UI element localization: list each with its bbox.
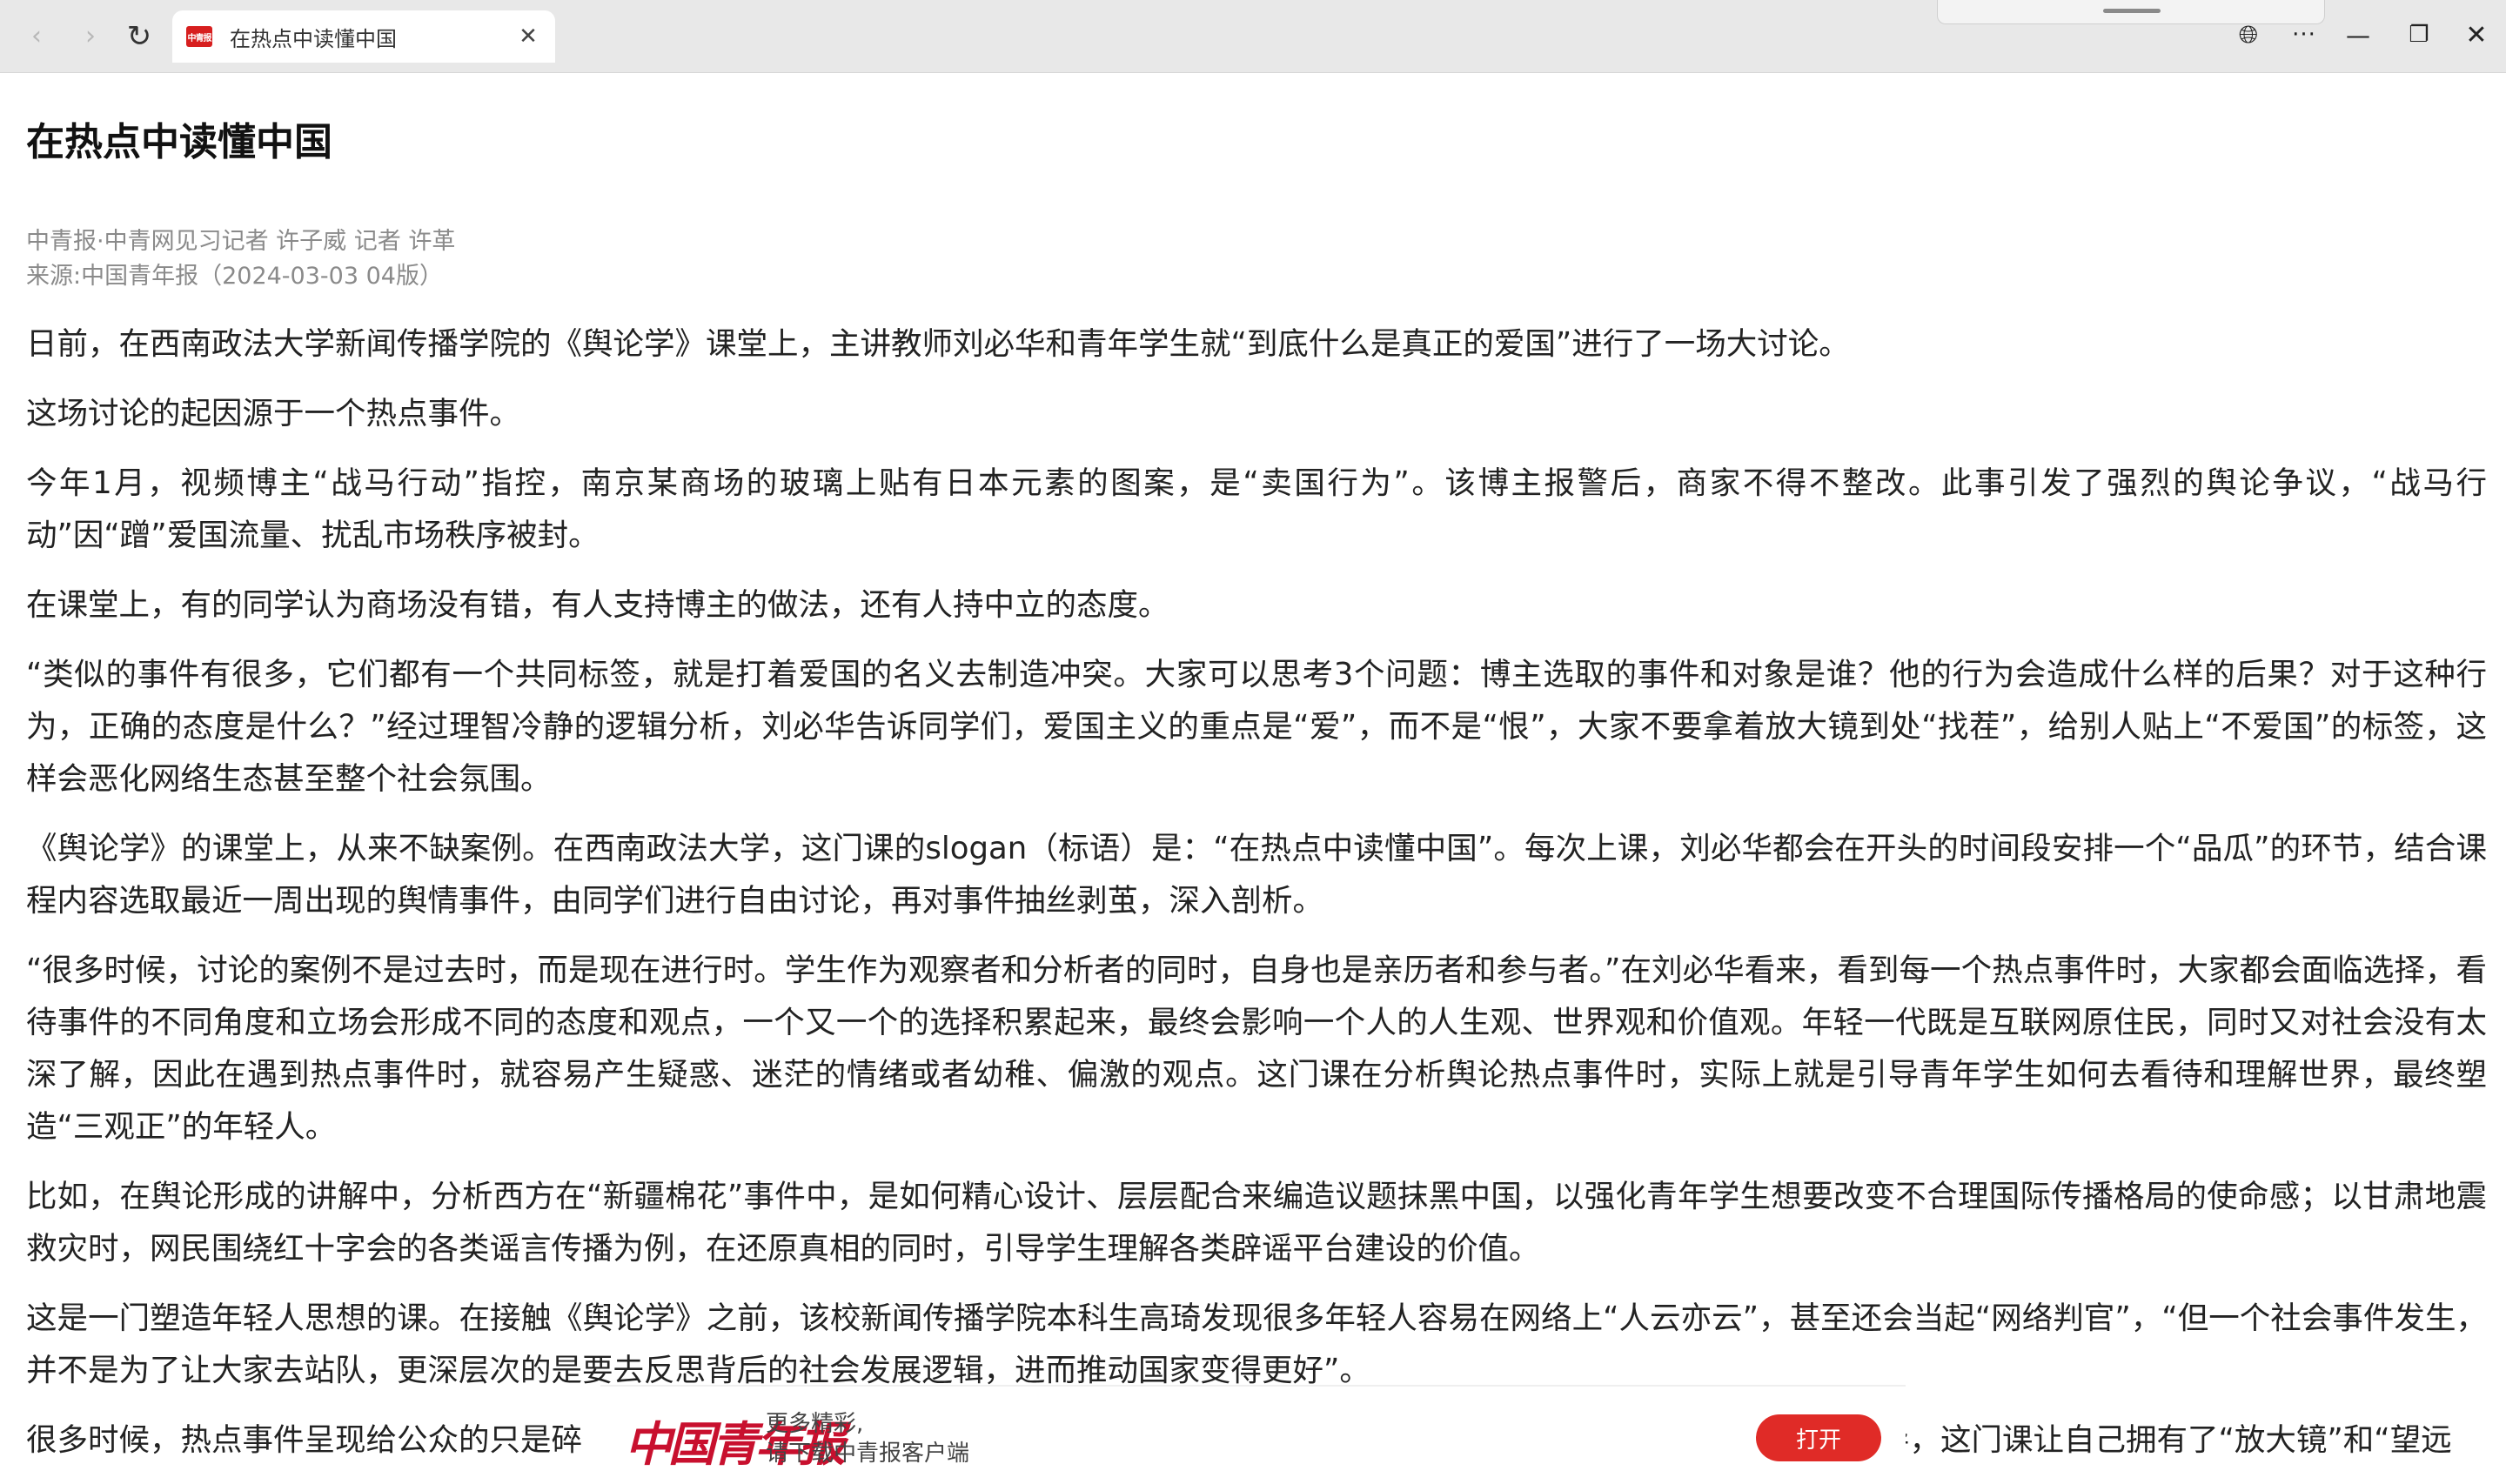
more-horizontal-icon: ··· (2292, 22, 2316, 48)
translate-button[interactable]: 🌐︎ (2228, 16, 2269, 54)
app-download-banner: 中国青年报 更多精彩, 请下载中青报客户端 打开 (600, 1385, 1906, 1484)
article-title: 在热点中读懂中国 (26, 120, 332, 164)
paragraph: 在课堂上，有的同学认为商场没有错，有人支持博主的做法，还有人持中立的态度。 (26, 587, 1169, 623)
paragraph: 这场讨论的起因源于一个热点事件。 (26, 396, 521, 431)
banner-line-1: 更多精彩, (766, 1411, 864, 1437)
browser-toolbar: ‹ › ↻ 中青报 在热点中读懂中国 ✕ 🌐︎ ··· — ❐ ✕ (0, 0, 2506, 73)
minimize-button[interactable]: — (2337, 16, 2379, 54)
minimize-icon: — (2346, 20, 2370, 50)
banner-text: 更多精彩, 请下载中青报客户端 (766, 1409, 969, 1468)
open-app-button[interactable]: 打开 (1756, 1414, 1881, 1461)
tab-close-button[interactable]: ✕ (515, 23, 541, 50)
paragraph: 日前，在西南政法大学新闻传播学院的《舆论学》课堂上，主讲教师刘必华和青年学生就“… (26, 326, 1850, 362)
maximize-button[interactable]: ❐ (2398, 16, 2440, 54)
browser-tab[interactable]: 中青报 在热点中读懂中国 ✕ (172, 10, 555, 63)
drag-grip-icon[interactable] (2103, 9, 2161, 13)
reload-button[interactable]: ↻ (120, 17, 158, 56)
article-meta: 中青报·中青网见习记者 许子威 记者 许革 来源:中国青年报（2024-03-0… (26, 224, 2487, 294)
paragraph-partial-right: 导，这门课让自己拥有了“放大镜”和“望远 (1879, 1422, 2452, 1458)
globe-icon: 🌐︎ (2238, 20, 2259, 49)
more-menu-button[interactable]: ··· (2283, 16, 2325, 54)
reload-icon: ↻ (126, 19, 152, 54)
article-body: 日前，在西南政法大学新闻传播学院的《舆论学》课堂上，主讲教师刘必华和青年学生就“… (26, 318, 2487, 1467)
window-close-button[interactable]: ✕ (2456, 16, 2497, 54)
restore-icon: ❐ (2409, 22, 2429, 48)
source-line: 来源:中国青年报（2024-03-03 04版） (26, 263, 443, 290)
article: 在热点中读懂中国 中青报·中青网见习记者 许子威 记者 许革 来源:中国青年报（… (26, 73, 2487, 1484)
paragraph: “类似的事件有很多，它们都有一个共同标签，就是打着爱国的名义去制造冲突。大家可以… (26, 657, 2487, 797)
forward-button[interactable]: › (71, 17, 110, 56)
banner-line-2: 请下载中青报客户端 (766, 1441, 970, 1467)
byline: 中青报·中青网见习记者 许子威 记者 许革 (26, 228, 456, 255)
paragraph: 今年1月，视频博主“战马行动”指控，南京某商场的玻璃上贴有日本元素的图案，是“卖… (26, 465, 2487, 553)
back-button[interactable]: ‹ (17, 17, 56, 56)
paragraph: 《舆论学》的课堂上，从来不缺案例。在西南政法大学，这门课的slogan（标语）是… (26, 831, 2487, 919)
favicon: 中青报 (186, 26, 212, 47)
paragraph-partial-left: 很多时候，热点事件呈现给公众的只是碎 (26, 1422, 583, 1458)
close-icon: ✕ (2465, 19, 2488, 50)
paragraph: 比如，在舆论形成的讲解中，分析西方在“新疆棉花”事件中，是如何精心设计、层层配合… (26, 1179, 2487, 1267)
chevron-right-icon: › (85, 21, 96, 51)
tab-title: 在热点中读懂中国 (230, 26, 397, 51)
close-icon: ✕ (519, 23, 538, 50)
chevron-left-icon: ‹ (31, 21, 42, 51)
paragraph: 这是一门塑造年轻人思想的课。在接触《舆论学》之前，该校新闻传播学院本科生高琦发现… (26, 1300, 2487, 1388)
paragraph: “很多时候，讨论的案例不是过去时，而是现在进行时。学生作为观察者和分析者的同时，… (26, 953, 2487, 1145)
